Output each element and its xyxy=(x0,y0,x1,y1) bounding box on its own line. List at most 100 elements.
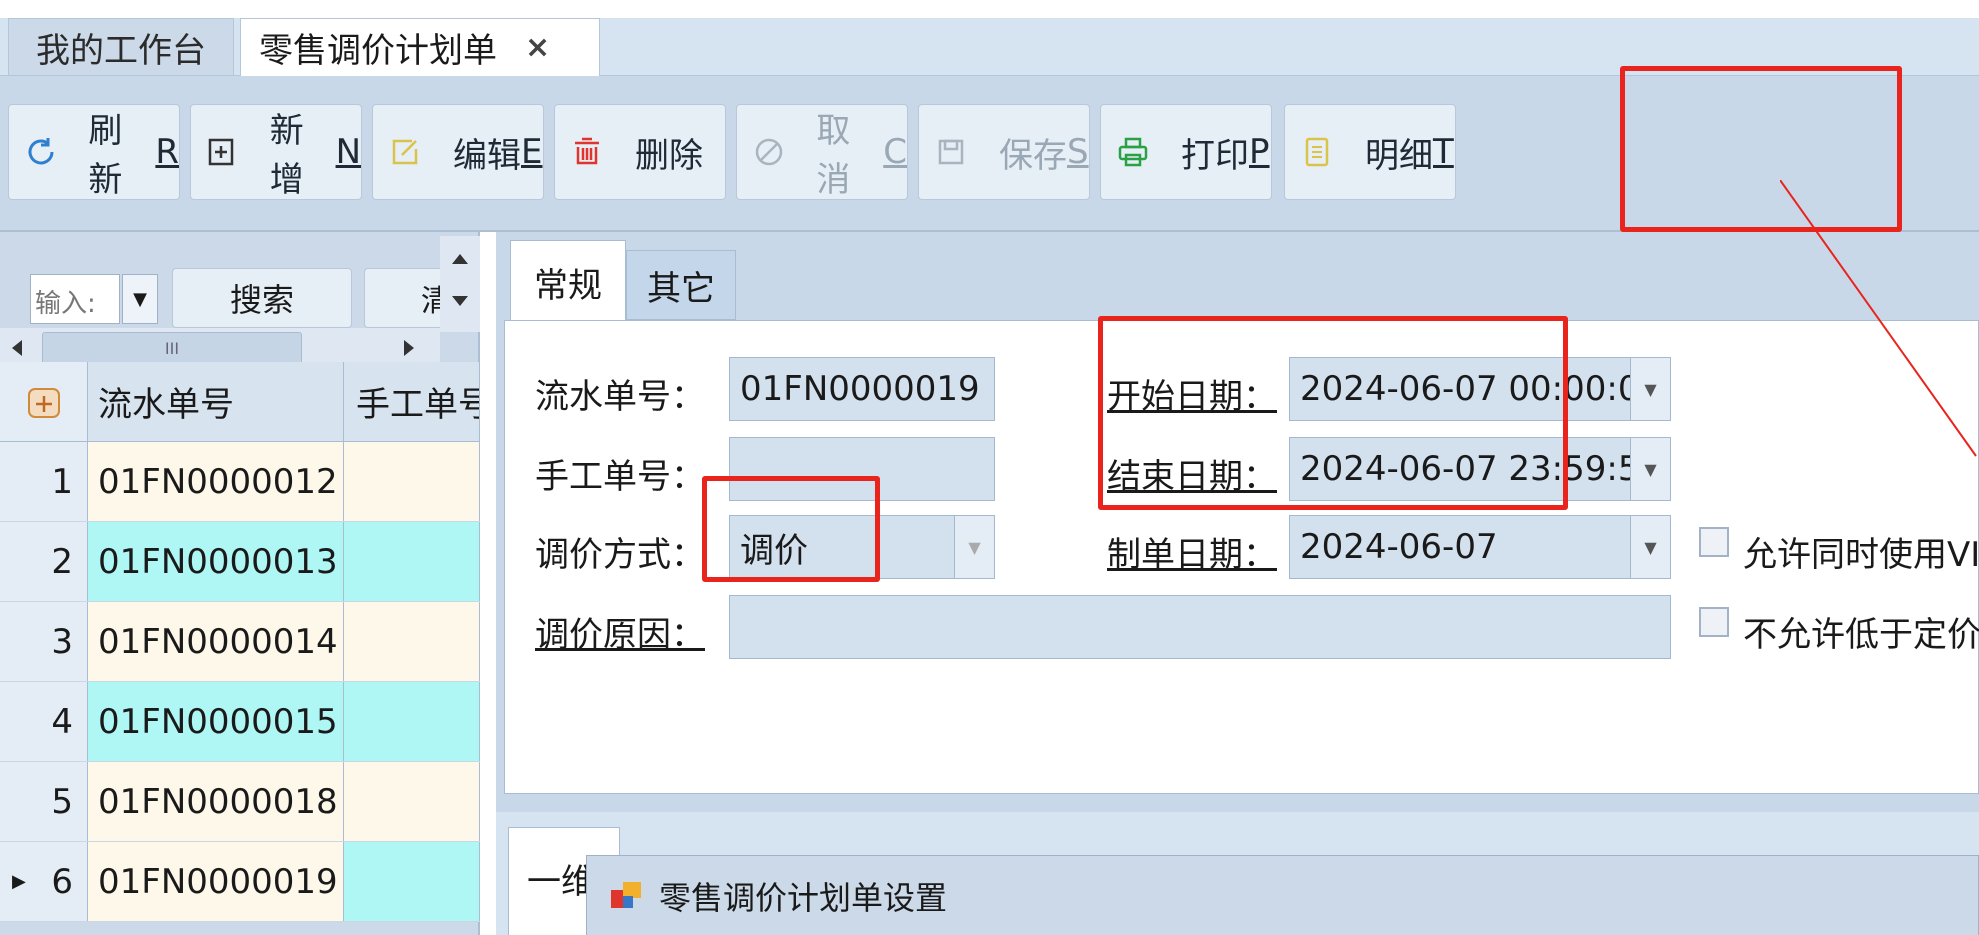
start-date-label[interactable]: 开始日期： xyxy=(1107,369,1277,418)
order-form-panel: 常规 其它 流水单号： 01FN0000019 开始日期： 2024-06-07… xyxy=(496,232,1979,812)
tab-workbench-label: 我的工作台 xyxy=(36,30,206,71)
cancel-label: 取消 xyxy=(816,111,851,200)
expand-icon xyxy=(27,387,60,418)
vertical-scrollbar[interactable] xyxy=(440,236,480,332)
row-number: 3 xyxy=(0,602,88,681)
cell-serial: 01FN0000012 xyxy=(88,442,344,521)
cell-manual xyxy=(344,762,480,841)
end-date-value: 2024-06-07 23:59:5 xyxy=(1300,449,1640,489)
allow-vip-checkbox[interactable] xyxy=(1699,527,1729,557)
cell-manual xyxy=(344,682,480,761)
method-value: 调价 xyxy=(740,530,808,571)
cell-serial: 01FN0000015 xyxy=(88,682,344,761)
cell-manual xyxy=(344,442,480,521)
scroll-arrows-icon xyxy=(452,254,468,306)
cancel-icon xyxy=(749,132,788,172)
detail-button[interactable]: 明细 T xyxy=(1284,104,1456,200)
cell-serial: 01FN0000019 xyxy=(88,842,344,921)
method-select[interactable]: 调价 ▼ xyxy=(729,515,995,579)
search-input[interactable]: 输入: xyxy=(30,274,120,324)
cancel-button[interactable]: 取消 C xyxy=(736,104,908,200)
order-grid: 流水单号 手工单号 1 01FN0000012 2 01FN0000013 3 … xyxy=(0,362,480,922)
reason-label[interactable]: 调价原因： xyxy=(535,607,705,656)
save-shortcut: S xyxy=(1067,132,1089,172)
current-row-indicator-icon: ▶ xyxy=(12,871,26,892)
tab-retail-price-plan[interactable]: 零售调价计划单 × xyxy=(240,18,600,76)
form-body: 流水单号： 01FN0000019 开始日期： 2024-06-07 00:00… xyxy=(504,320,1979,794)
save-label: 保存 xyxy=(999,135,1067,176)
add-shortcut: N xyxy=(335,132,361,172)
tab-retail-price-plan-label: 零售调价计划单 xyxy=(259,31,497,71)
scroll-thumb-grip: III xyxy=(164,338,180,358)
end-date-label[interactable]: 结束日期： xyxy=(1107,449,1277,498)
row-number: 2 xyxy=(0,522,88,601)
document-tab-strip: 我的工作台 零售调价计划单 × xyxy=(0,18,1979,76)
row-number: ▶ 6 xyxy=(0,842,88,921)
cell-manual xyxy=(344,602,480,681)
table-row[interactable]: 3 01FN0000014 xyxy=(0,602,480,682)
search-button[interactable]: 搜索 xyxy=(172,268,352,328)
horizontal-scroll-thumb[interactable]: III xyxy=(42,332,302,364)
cell-manual xyxy=(344,842,480,921)
end-date-field[interactable]: 2024-06-07 23:59:5 ▼ xyxy=(1289,437,1671,501)
start-date-dropdown-icon[interactable]: ▼ xyxy=(1630,358,1670,420)
search-button-label: 搜索 xyxy=(229,281,294,319)
print-button[interactable]: 打印 P xyxy=(1100,104,1272,200)
clear-button[interactable]: 清 xyxy=(364,268,444,328)
row-number-text: 6 xyxy=(51,861,73,902)
method-dropdown-icon[interactable]: ▼ xyxy=(954,516,994,578)
column-header-manual[interactable]: 手工单号 xyxy=(344,362,480,441)
end-date-dropdown-icon[interactable]: ▼ xyxy=(1630,438,1670,500)
table-row[interactable]: 5 01FN0000018 xyxy=(0,762,480,842)
scroll-right-icon[interactable] xyxy=(400,338,418,358)
made-date-label[interactable]: 制单日期： xyxy=(1107,527,1277,576)
row-number: 5 xyxy=(0,762,88,841)
delete-label: 删除 xyxy=(635,135,703,176)
detail-icon xyxy=(1297,132,1337,172)
manual-field[interactable] xyxy=(729,437,995,501)
tab-other[interactable]: 其它 xyxy=(626,250,736,320)
add-icon xyxy=(203,132,242,172)
no-below-price-checkbox[interactable] xyxy=(1699,607,1729,637)
add-button[interactable]: 新增 N xyxy=(190,104,362,200)
edit-label: 编辑 xyxy=(453,135,521,176)
save-icon xyxy=(931,132,971,172)
table-row[interactable]: 1 01FN0000012 xyxy=(0,442,480,522)
manual-label: 手工单号： xyxy=(535,457,705,497)
tab-general[interactable]: 常规 xyxy=(510,240,626,324)
method-label: 调价方式： xyxy=(535,535,705,575)
delete-button[interactable]: 删除 xyxy=(554,104,726,200)
save-button[interactable]: 保存 S xyxy=(918,104,1090,200)
table-row[interactable]: 4 01FN0000015 xyxy=(0,682,480,762)
detail-panel: 一维 零售调价计划单设置 xyxy=(496,812,1979,935)
serial-field[interactable]: 01FN0000019 xyxy=(729,357,995,421)
table-row[interactable]: 2 01FN0000013 xyxy=(0,522,480,602)
edit-button[interactable]: 编辑 E xyxy=(372,104,544,200)
search-dropdown-button[interactable]: ▼ xyxy=(122,274,158,324)
refresh-label: 刷新 xyxy=(88,111,123,200)
start-date-value: 2024-06-07 00:00:0 xyxy=(1300,369,1640,409)
column-header-serial[interactable]: 流水单号 xyxy=(88,362,344,441)
start-date-field[interactable]: 2024-06-07 00:00:0 ▼ xyxy=(1289,357,1671,421)
delete-icon xyxy=(567,132,607,172)
detail-label: 明细 xyxy=(1365,135,1433,176)
cancel-shortcut: C xyxy=(883,132,907,172)
edit-shortcut: E xyxy=(521,132,543,172)
add-label: 新增 xyxy=(269,111,304,200)
refresh-icon xyxy=(21,132,60,172)
cell-manual xyxy=(344,522,480,601)
row-number: 1 xyxy=(0,442,88,521)
grid-header: 流水单号 手工单号 xyxy=(0,362,480,442)
scroll-left-icon[interactable] xyxy=(8,338,26,358)
toolbar: 刷新 R 新增 N 编辑 E 删除 取消 C 保存 S 打印 P 明细 T xyxy=(0,76,1979,232)
made-date-dropdown-icon[interactable]: ▼ xyxy=(1630,516,1670,578)
table-row-current[interactable]: ▶ 6 01FN0000019 xyxy=(0,842,480,922)
tab-workbench[interactable]: 我的工作台 xyxy=(8,18,234,76)
print-shortcut: P xyxy=(1249,132,1270,172)
reason-field[interactable] xyxy=(729,595,1671,659)
settings-dialog-titlebar[interactable]: 零售调价计划单设置 xyxy=(586,855,1979,935)
grid-corner[interactable] xyxy=(0,362,88,441)
refresh-button[interactable]: 刷新 R xyxy=(8,104,180,200)
close-icon[interactable]: × xyxy=(525,30,550,65)
made-date-field[interactable]: 2024-06-07 ▼ xyxy=(1289,515,1671,579)
